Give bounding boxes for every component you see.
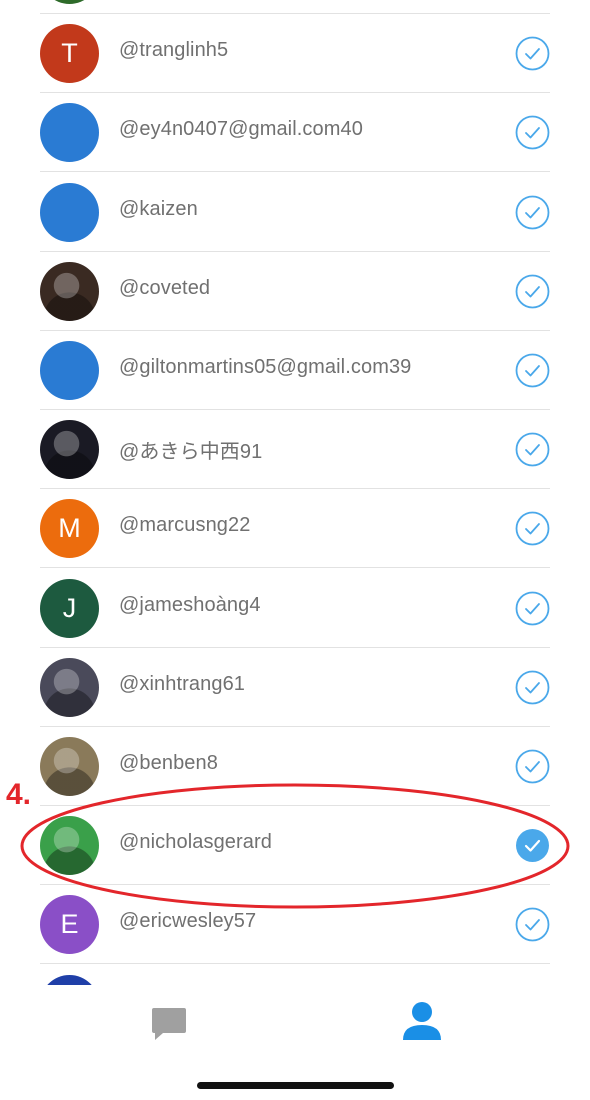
checkmark-icon [515, 591, 550, 625]
contact-list[interactable]: T @tranglinh5 @ey4n0407@gmail.com40 @kaizen… [0, 0, 590, 985]
avatar [40, 420, 99, 480]
avatar [40, 0, 99, 4]
contact-row[interactable]: @あきら中西91 [40, 410, 550, 490]
avatar [40, 182, 99, 242]
contact-handle: @あきら中西91 [119, 441, 263, 464]
avatar-initial: M [58, 513, 81, 544]
contact-row[interactable]: @benben8 [40, 727, 550, 806]
checkmark-icon [515, 907, 550, 942]
contact-row[interactable]: @giltonmartins05@gmail.com39 [40, 331, 550, 410]
select-checkbox[interactable] [515, 36, 550, 71]
select-checkbox[interactable] [515, 749, 550, 784]
contact-row[interactable]: E @ericwesley57 [40, 885, 550, 965]
avatar [40, 816, 99, 876]
chat-bubble-icon [152, 1008, 186, 1040]
contact-row[interactable] [40, 0, 550, 14]
contact-row[interactable] [40, 965, 550, 985]
contact-handle: @xinhtrang61 [119, 672, 246, 695]
select-checkbox[interactable] [515, 115, 550, 150]
avatar [40, 261, 99, 321]
select-checkbox[interactable] [515, 195, 550, 230]
contact-row[interactable]: T @tranglinh5 [40, 14, 550, 94]
checkmark-icon [515, 274, 550, 309]
avatar: M [40, 499, 99, 559]
contact-row[interactable]: M @marcusng22 [40, 489, 550, 569]
home-indicator [197, 1082, 394, 1089]
select-checkbox[interactable] [515, 670, 550, 705]
contact-row[interactable]: @nicholasgerard [40, 806, 550, 886]
select-checkbox[interactable] [515, 274, 550, 309]
contact-handle: @marcusng22 [119, 514, 251, 537]
contact-handle: @giltonmartins05@gmail.com39 [119, 356, 412, 378]
avatar: E [40, 895, 99, 955]
checkmark-icon [515, 511, 550, 546]
avatar [40, 737, 99, 796]
select-checkbox[interactable] [515, 828, 550, 863]
contact-handle: @tranglinh5 [119, 39, 229, 62]
contact-handle: @ericwesley57 [119, 910, 257, 933]
contact-row[interactable]: @kaizen [40, 173, 550, 252]
checkmark-icon [515, 115, 550, 150]
checkmark-icon [515, 353, 550, 388]
contact-handle: @kaizen [119, 197, 198, 220]
select-checkbox[interactable] [515, 907, 550, 942]
checkmark-icon [515, 670, 550, 705]
avatar [40, 341, 99, 400]
contact-handle: @benben8 [119, 752, 218, 774]
avatar [40, 974, 99, 985]
avatar [40, 103, 99, 163]
avatar-initial: J [62, 592, 77, 623]
checkmark-icon [515, 195, 550, 229]
person-icon [403, 1002, 441, 1040]
select-checkbox[interactable] [515, 511, 550, 546]
checkmark-icon [516, 829, 549, 863]
checkmark-icon [515, 36, 550, 71]
tab-messages[interactable] [150, 1005, 188, 1043]
contact-row[interactable]: J @jameshoàng4 [40, 569, 550, 648]
select-checkbox[interactable] [515, 591, 550, 626]
contact-handle: @jameshoàng4 [119, 593, 261, 616]
avatar [40, 657, 99, 717]
avatar: J [40, 578, 99, 638]
tab-contacts[interactable] [401, 1000, 443, 1042]
contact-row[interactable]: @ey4n0407@gmail.com40 [40, 93, 550, 173]
contact-row[interactable]: @xinhtrang61 [40, 648, 550, 727]
avatar-initial: E [60, 909, 79, 940]
contact-handle: @nicholasgerard [119, 831, 272, 854]
select-checkbox[interactable] [515, 353, 550, 388]
contact-handle: @coveted [119, 276, 211, 299]
contact-row[interactable]: @coveted [40, 252, 550, 331]
select-checkbox[interactable] [515, 432, 550, 467]
avatar-initial: T [61, 38, 78, 69]
contact-handle: @ey4n0407@gmail.com40 [119, 118, 363, 141]
checkmark-icon [515, 749, 550, 784]
checkmark-icon [515, 432, 550, 467]
avatar: T [40, 24, 99, 84]
annotation-label: 4. [6, 778, 32, 811]
